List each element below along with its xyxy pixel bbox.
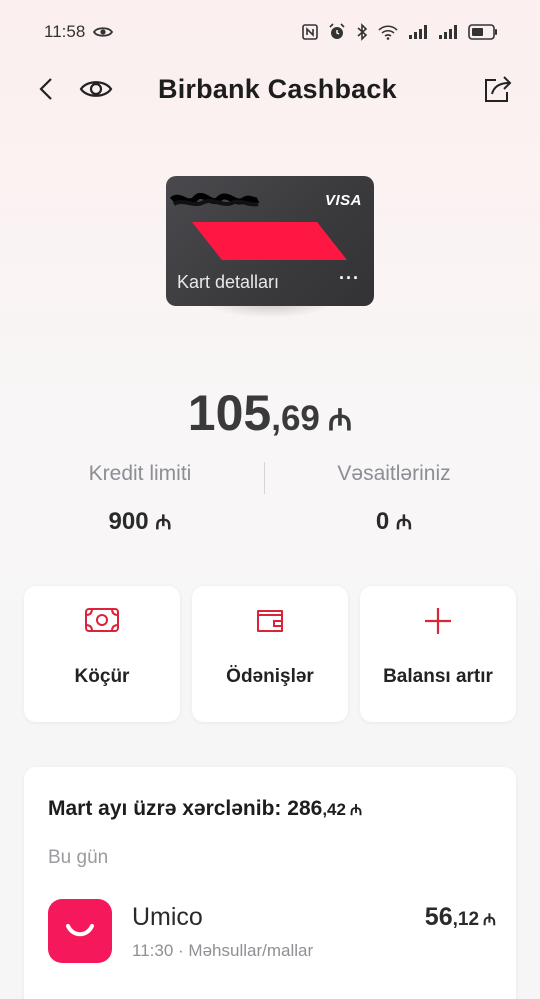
spending-total-currency: ₼ [349,802,363,819]
share-icon [485,76,512,102]
nfc-icon [302,24,318,40]
quick-actions: Köçür Ödənişlər Balansı artır [24,586,516,722]
plus-icon [425,608,451,634]
status-bar: 11:58 [0,0,540,64]
status-right [302,23,498,41]
card-brand: VISA [324,192,362,209]
balance-display: 105,69 ₼ [0,384,540,442]
top-up-label: Balansı artır [383,666,493,687]
card-more-button[interactable]: ··· [339,268,360,289]
spending-total-integer: 286 [287,797,323,820]
toggle-visibility-button[interactable] [78,74,114,104]
cash-transfer-icon [85,608,119,632]
bank-card[interactable]: VISA Kart detalları ··· [166,176,374,306]
bluetooth-icon [356,23,368,41]
transaction-amount-integer: 56 [424,903,453,931]
status-time: 11:58 [44,22,86,41]
spending-card: Mart ayı üzrə xərclənib: 286,42 ₼ Bu gün … [24,767,516,999]
chevron-left-icon [39,78,52,100]
transaction-category: Məhsullar/mallar [188,941,314,960]
header: Birbank Cashback [0,64,540,114]
card-details-label: Kart detalları [177,272,280,292]
own-funds-value: 0 ₼ [264,508,524,536]
own-funds: Vəsaitləriniz 0 ₼ [264,462,524,536]
signal-icon-2 [438,24,458,40]
credit-limit-value: 900 ₼ [10,508,270,536]
share-button[interactable] [480,72,516,106]
top-up-button[interactable]: Balansı artır [360,586,516,722]
card-accent-stripe [192,222,347,260]
credit-limit-label: Kredit limiti [88,462,192,485]
status-left: 11:58 [44,22,114,42]
wifi-icon [378,24,398,40]
redacted-scribble [170,193,260,207]
transfer-icon-wrap [24,606,180,634]
balance-integer: 105 [187,385,272,441]
page-title: Birbank Cashback [158,74,397,104]
own-funds-amount: 0 [375,508,390,535]
eye-status-icon [93,25,114,39]
balance-currency: ₼ [327,404,353,437]
wallet-icon [257,610,283,632]
spending-total-decimal: ,42 [322,800,346,819]
alarm-icon [328,23,346,41]
day-label: Bu gün [48,847,109,868]
transaction-time: 11:30 [132,941,174,960]
spending-title-prefix: Mart ayı üzrə xərclənib: [48,797,288,820]
transaction-meta: 11:30 · Məhsullar/mallar [132,941,313,961]
payments-icon-wrap [192,606,348,634]
credit-limit-currency: ₼ [155,512,172,534]
transfer-label: Köçür [74,666,130,687]
signal-icon-1 [408,24,428,40]
transfer-button[interactable]: Köçür [24,586,180,722]
own-funds-currency: ₼ [395,512,413,534]
limits-section: Kredit limiti 900 ₼ Vəsaitləriniz 0 ₼ [0,462,540,552]
spending-title[interactable]: Mart ayı üzrə xərclənib: 286,42 ₼ [48,797,362,821]
battery-icon [468,24,498,40]
transaction-amount-currency: ₼ [483,912,496,929]
top-up-icon-wrap [360,606,516,636]
umico-logo [48,899,112,963]
own-funds-label: Vəsaitləriniz [337,462,451,485]
credit-limit-amount: 900 [108,508,149,535]
back-button[interactable] [34,74,58,104]
card-area: VISA Kart detalları ··· [166,176,374,318]
eye-icon [79,81,113,97]
credit-limit: Kredit limiti 900 ₼ [10,462,270,536]
payments-button[interactable]: Ödənişlər [192,586,348,722]
smile-icon [66,924,94,937]
transaction-amount-decimal: ,12 [452,909,480,930]
balance-decimal: ,69 [271,399,320,438]
transaction-name: Umico [132,903,203,931]
transaction-separator: · [178,941,184,960]
transaction-row[interactable]: Umico 11:30 · Məhsullar/mallar 56,12 ₼ [48,899,496,967]
payments-label: Ödənişlər [226,666,314,687]
transaction-amount: 56,12 ₼ [425,903,496,932]
